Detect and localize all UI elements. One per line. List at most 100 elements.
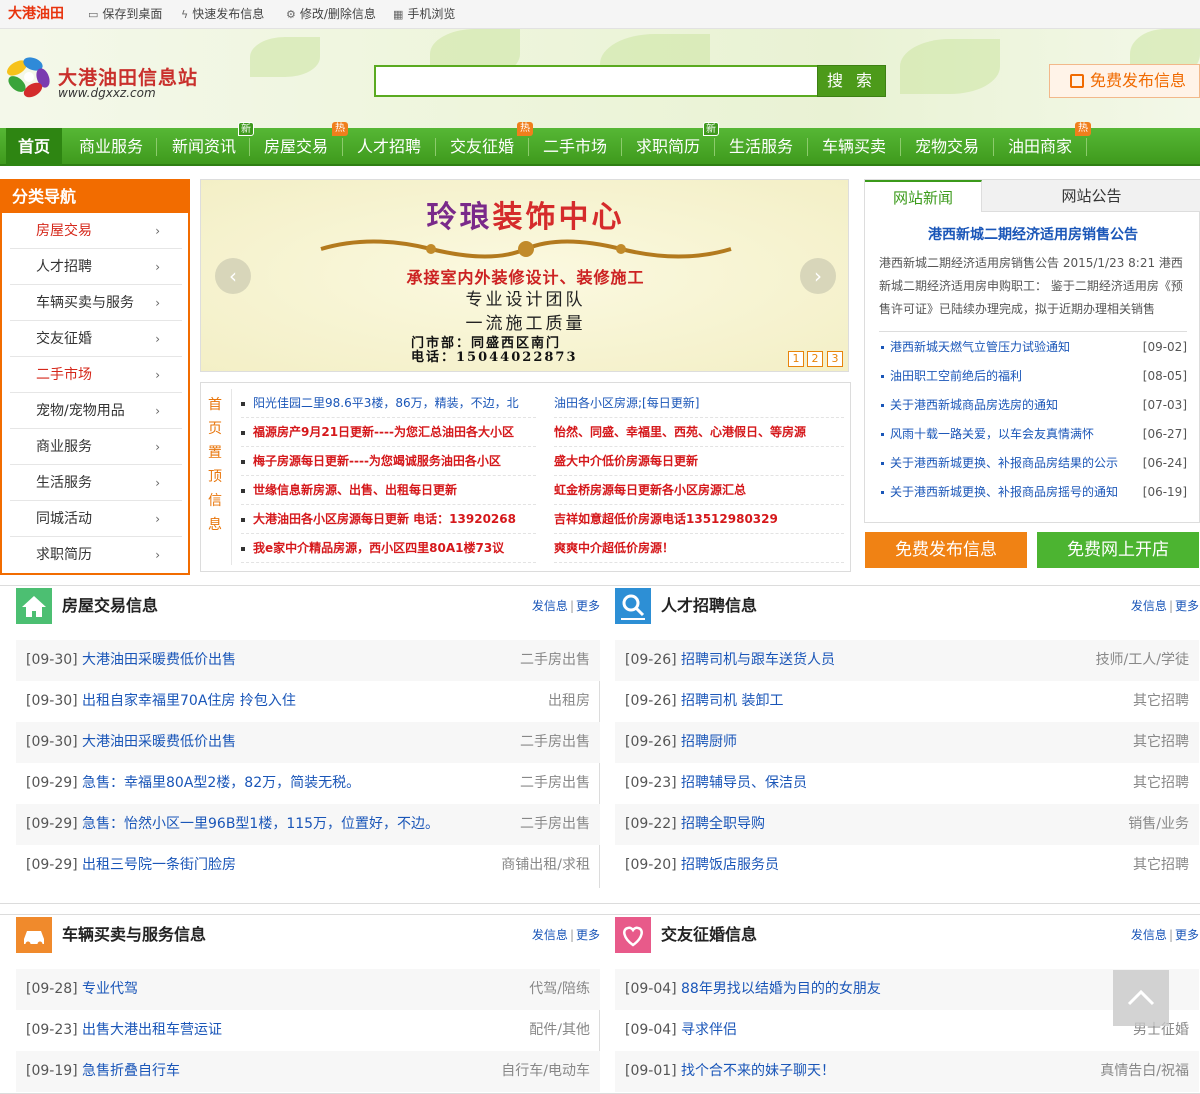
listing-category[interactable]: 二手房出售 [520,763,590,804]
pinned-info-item[interactable]: 我e家中介精品房源，西小区四里80A1楼73议 [241,534,536,563]
pinned-info-item[interactable]: 油田各小区房源;[每日更新] [554,389,844,418]
nav-jobs[interactable]: 人才招聘 [350,128,428,166]
listing-category[interactable]: 商铺出租/求租 [501,845,590,886]
category-item[interactable]: 车辆买卖与服务 › [10,285,182,321]
free-open-shop-button[interactable]: 免费网上开店 [1037,532,1199,568]
search-input[interactable] [374,65,818,97]
listing-title[interactable]: 急售折叠自行车 [82,1051,180,1092]
listing-title[interactable]: 招聘饭店服务员 [681,845,779,886]
tab-site-news[interactable]: 网站新闻 [865,180,982,212]
post-info-link[interactable]: 发信息 [532,599,568,613]
listing-title[interactable]: 招聘全职导购 [681,804,765,845]
news-headline[interactable]: 港西新城二期经济适用房销售公告 [865,224,1200,244]
nav-resume[interactable]: 求职简历 [629,128,707,166]
nav-secondhand[interactable]: 二手市场 [536,128,614,166]
nav-pets[interactable]: 宠物交易 [908,128,986,166]
banner-ad[interactable]: 玲琅装饰中心 承接室内外装修设计、装修施工 专业设计团队 一流施工质量 门市部：… [200,179,849,372]
edit-delete-link[interactable]: ⚙ 修改/删除信息 [286,0,376,29]
pinned-info-item[interactable]: 阳光佳园二里98.6平3楼，86万，精装，不边，北 [241,389,536,418]
listing-item[interactable]: [09-04] 88年男找以结婚为目的的女朋友 [615,969,1199,1010]
listing-item[interactable]: [09-26] 招聘厨师 其它招聘 [615,722,1199,763]
chevron-left-icon[interactable]: ‹ [215,258,251,294]
listing-item[interactable]: [09-30] 出租自家幸福里70A住房 拎包入住 出租房 [16,681,600,722]
logo-icon[interactable] [3,52,55,102]
listing-item[interactable]: [09-23] 招聘辅导员、保洁员 其它招聘 [615,763,1199,804]
category-item[interactable]: 求职简历 › [10,537,182,573]
pinned-info-item[interactable]: 世缘信息新房源、出售、出租每日更新 [241,476,536,505]
listing-item[interactable]: [09-19] 急售折叠自行车 自行车/电动车 [16,1051,600,1092]
news-item[interactable]: 油田职工空前绝后的福利 [08-05] [881,362,1193,391]
news-item[interactable]: 关于港西新城商品房选房的通知 [07-03] [881,391,1193,420]
more-link[interactable]: 更多 [576,599,600,613]
listing-item[interactable]: [09-29] 急售：怡然小区一里96B型1楼，115万，位置好，不边。 二手房出售 [16,804,600,845]
listing-title[interactable]: 招聘厨师 [681,722,737,763]
banner-page-2[interactable]: 2 [807,351,823,367]
category-item[interactable]: 二手市场 › [10,357,182,393]
mobile-link[interactable]: ▦ 手机浏览 [393,0,455,29]
listing-category[interactable]: 出租房 [548,681,590,722]
listing-title[interactable]: 招聘司机与跟车送货人员 [681,640,835,681]
back-to-top-button[interactable] [1113,970,1169,1026]
listing-title[interactable]: 招聘辅导员、保洁员 [681,763,807,804]
listing-item[interactable]: [09-26] 招聘司机与跟车送货人员 技师/工人/学徒 [615,640,1199,681]
pinned-info-item[interactable]: 盛大中介低价房源每日更新 [554,447,844,476]
nav-merchants[interactable]: 油田商家 [1001,128,1079,166]
listing-item[interactable]: [09-22] 招聘全职导购 销售/业务 [615,804,1199,845]
banner-page-3[interactable]: 3 [827,351,843,367]
pinned-info-item[interactable]: 梅子房源每日更新----为您竭诚服务油田各小区 [241,447,536,476]
listing-title[interactable]: 找个合不来的妹子聊天！ [681,1051,835,1092]
news-item[interactable]: 关于港西新城更换、补报商品房结果的公示 [06-24] [881,449,1193,478]
listing-title[interactable]: 急售：怡然小区一里96B型1楼，115万，位置好，不边。 [82,804,439,845]
nav-business[interactable]: 商业服务 [72,128,150,166]
listing-category[interactable]: 二手房出售 [520,722,590,763]
pinned-info-item[interactable]: 大港油田各小区房源每日更新 电话：13920268 [241,505,536,534]
listing-title[interactable]: 大港油田采暖费低价出售 [82,722,236,763]
listing-title[interactable]: 出租自家幸福里70A住房 拎包入住 [82,681,296,722]
listing-category[interactable]: 真情告白/祝福 [1100,1051,1189,1092]
listing-item[interactable]: [09-29] 急售：幸福里80A型2楼，82万，简装无税。 二手房出售 [16,763,600,804]
post-info-link[interactable]: 发信息 [1131,928,1167,942]
listing-item[interactable]: [09-04] 寻求伴侣 男士征婚 [615,1010,1199,1051]
listing-title[interactable]: 专业代驾 [82,969,138,1010]
free-post-info-button[interactable]: 免费发布信息 [865,532,1027,568]
listing-category[interactable]: 二手房出售 [520,640,590,681]
tab-site-notice[interactable]: 网站公告 [982,180,1200,212]
listing-title[interactable]: 88年男找以结婚为目的的女朋友 [681,969,881,1010]
post-info-link[interactable]: 发信息 [532,928,568,942]
listing-category[interactable]: 销售/业务 [1128,804,1189,845]
news-item[interactable]: 关于港西新城更换、补报商品房摇号的通知 [06-19] [881,478,1193,507]
listing-title[interactable]: 寻求伴侣 [681,1010,737,1051]
listing-category[interactable]: 其它招聘 [1133,845,1189,886]
news-item[interactable]: 风雨十载一路关爱，以车会友真情满怀 [06-27] [881,420,1193,449]
listing-title[interactable]: 大港油田采暖费低价出售 [82,640,236,681]
category-item[interactable]: 同城活动 › [10,501,182,537]
listing-item[interactable]: [09-01] 找个合不来的妹子聊天！ 真情告白/祝福 [615,1051,1199,1092]
news-item[interactable]: 港西新城天燃气立管压力试验通知 [09-02] [881,333,1193,362]
listing-title[interactable]: 出售大港出租车营运证 [82,1010,222,1051]
listing-item[interactable]: [09-20] 招聘饭店服务员 其它招聘 [615,845,1199,886]
pinned-info-item[interactable]: 虹金桥房源每日更新各小区房源汇总 [554,476,844,505]
listing-item[interactable]: [09-23] 出售大港出租车营运证 配件/其他 [16,1010,600,1051]
listing-item[interactable]: [09-28] 专业代驾 代驾/陪练 [16,969,600,1010]
listing-category[interactable]: 二手房出售 [520,804,590,845]
category-item[interactable]: 交友征婚 › [10,321,182,357]
save-desktop-link[interactable]: ▭ 保存到桌面 [88,0,162,29]
post-info-link[interactable]: 发信息 [1131,599,1167,613]
more-link[interactable]: 更多 [1175,928,1199,942]
nav-news[interactable]: 新闻资讯 [165,128,243,166]
site-brand[interactable]: 大港油田 [8,0,64,29]
listing-item[interactable]: [09-26] 招聘司机 装卸工 其它招聘 [615,681,1199,722]
nav-vehicles[interactable]: 车辆买卖 [815,128,893,166]
listing-category[interactable]: 其它招聘 [1133,722,1189,763]
listing-category[interactable]: 其它招聘 [1133,681,1189,722]
listing-item[interactable]: [09-30] 大港油田采暖费低价出售 二手房出售 [16,640,600,681]
pinned-info-item[interactable]: 福源房产9月21日更新----为您汇总油田各大小区 [241,418,536,447]
chevron-right-icon[interactable]: › [800,258,836,294]
quick-post-link[interactable]: ϟ 快速发布信息 [181,0,264,29]
listing-category[interactable]: 自行车/电动车 [501,1051,590,1092]
listing-title[interactable]: 招聘司机 装卸工 [681,681,783,722]
category-item[interactable]: 房屋交易 › [10,213,182,249]
banner-page-1[interactable]: 1 [788,351,804,367]
pinned-info-item[interactable]: 吉祥如意超低价房源电话13512980329 [554,505,844,534]
listing-category[interactable]: 技师/工人/学徒 [1096,640,1189,681]
